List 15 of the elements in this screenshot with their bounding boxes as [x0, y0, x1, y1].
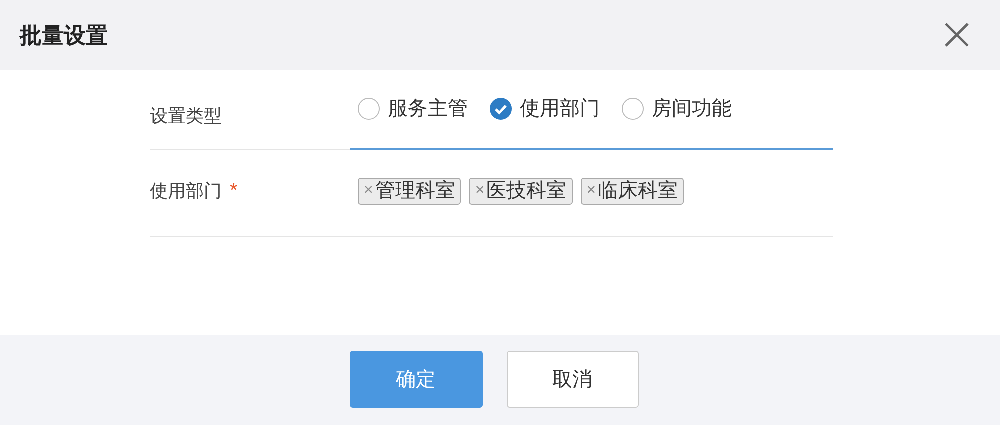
radio-checked-icon[interactable]	[490, 98, 512, 120]
tag-label: 管理科室	[375, 179, 456, 204]
tag-label: 医技科室	[486, 179, 567, 204]
dialog-title: 批量设置	[20, 22, 108, 50]
field-label: 设置类型	[150, 105, 223, 128]
radio-label[interactable]: 房间功能	[652, 94, 732, 124]
radio-button[interactable]	[622, 98, 644, 120]
radio-button[interactable]	[358, 98, 380, 120]
cancel-button[interactable]: 取消	[506, 351, 638, 408]
radio-label[interactable]: 服务主管	[388, 94, 468, 124]
close-icon[interactable]	[944, 22, 970, 48]
field-label: 使用部门	[150, 180, 222, 202]
required-mark: *	[230, 179, 238, 204]
radio-label[interactable]: 使用部门	[520, 94, 600, 124]
tag-label: 临床科室	[598, 179, 678, 204]
